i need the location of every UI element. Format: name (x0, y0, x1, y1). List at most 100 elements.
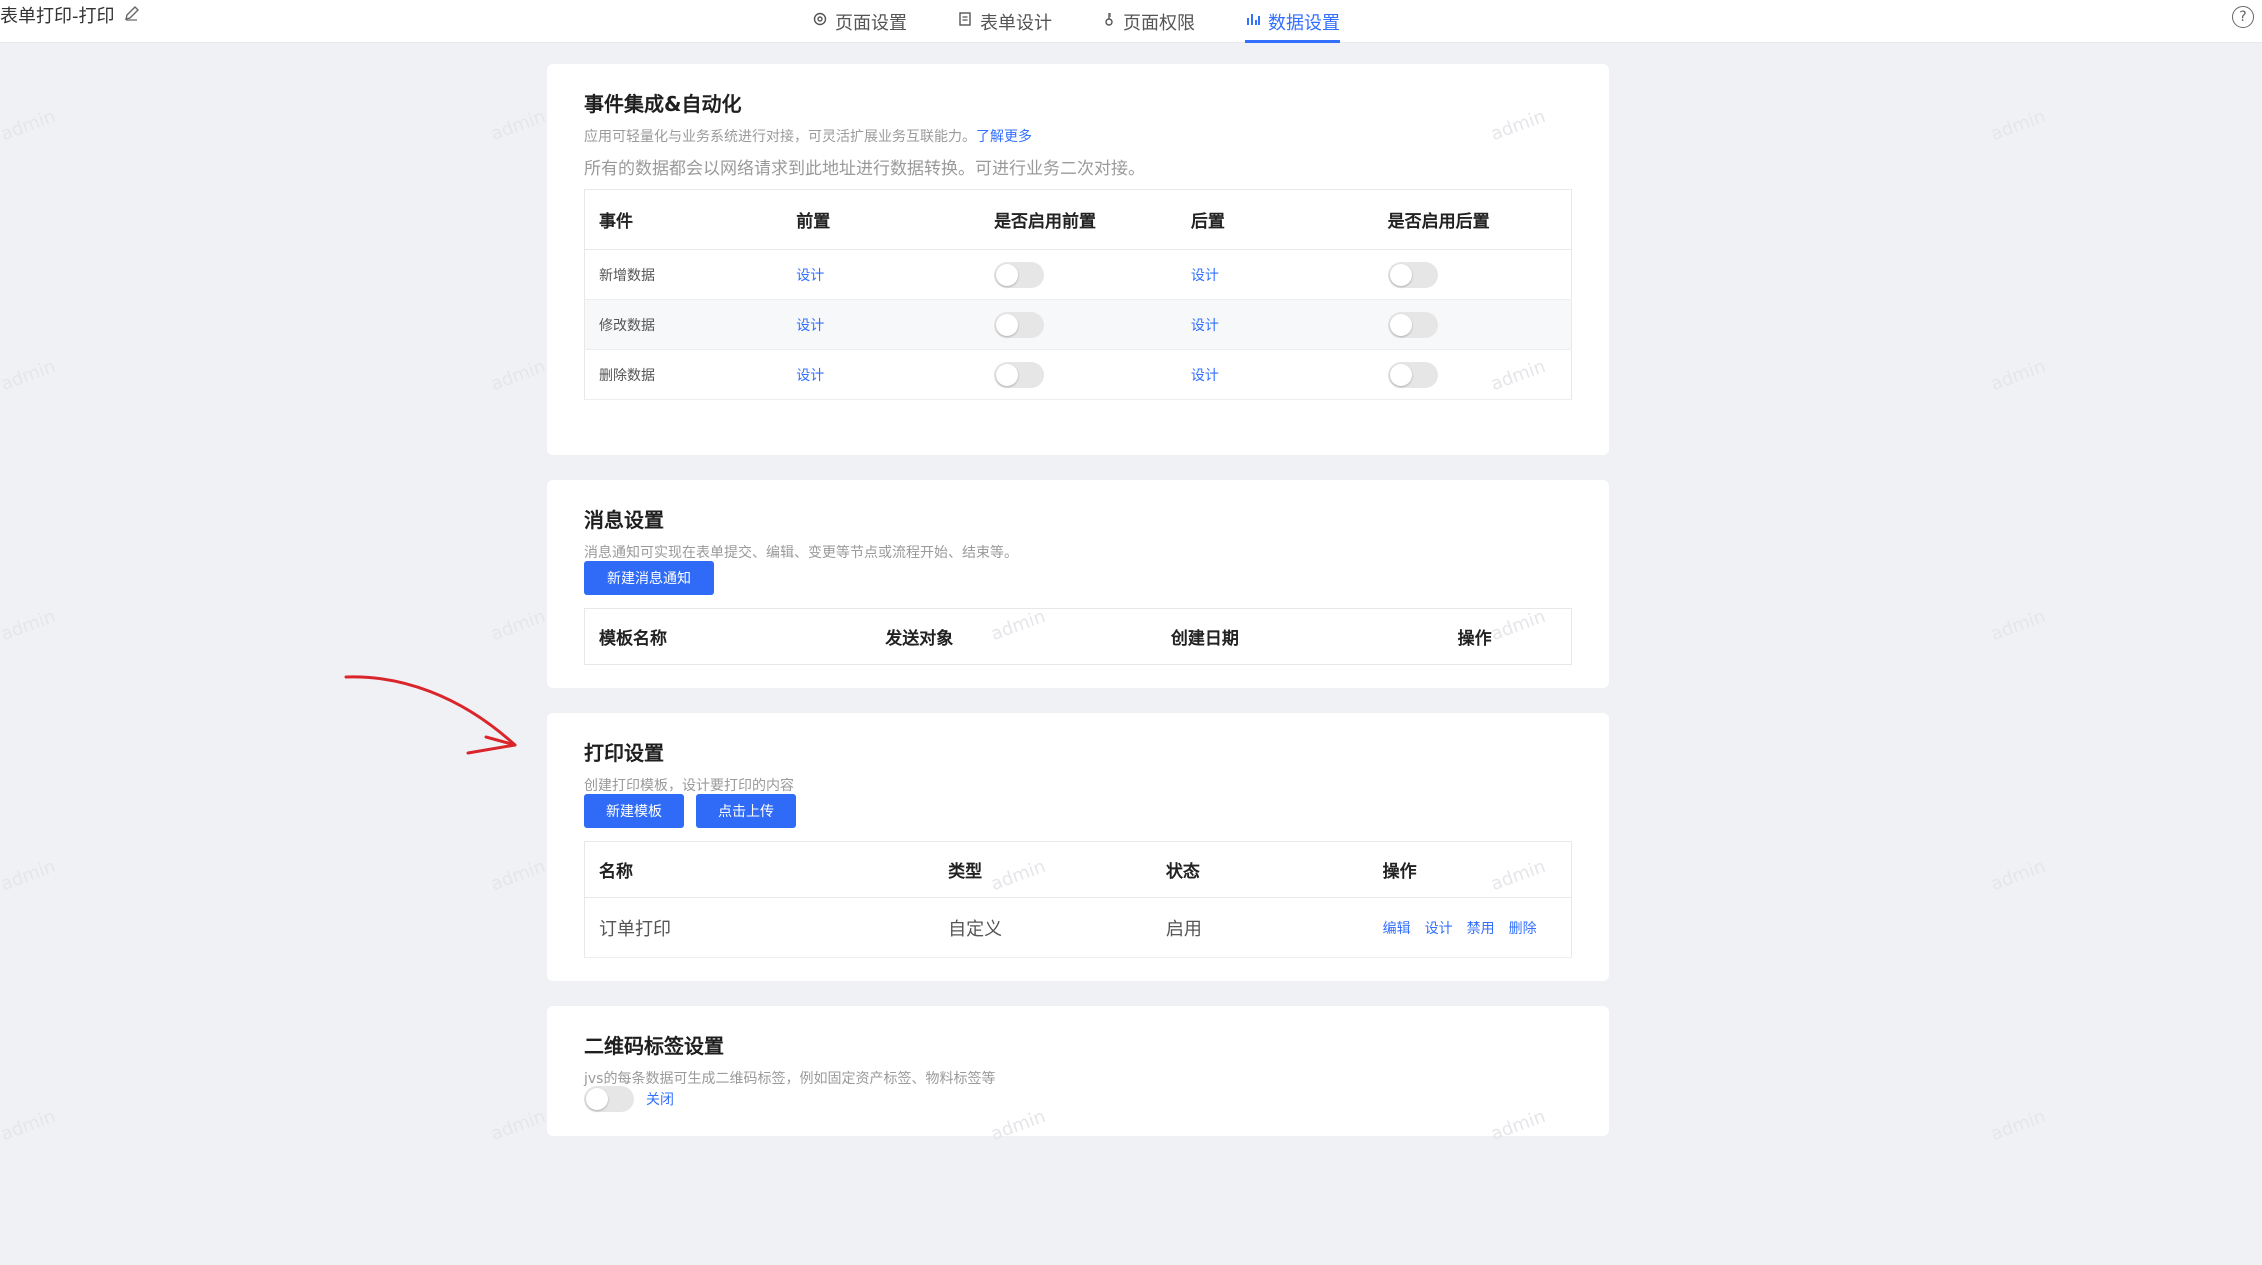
watermark: admin (1988, 105, 2049, 146)
post-design-link[interactable]: 设计 (1191, 268, 1219, 284)
qrcode-switch-row: 关闭 (584, 1086, 674, 1112)
watermark: admin (1988, 605, 2049, 646)
column-header: 是否启用后置 (1373, 189, 1572, 250)
messages-table: 模板名称 发送对象 创建日期 操作 (584, 608, 1572, 665)
post-enable-toggle[interactable] (1387, 311, 1438, 338)
event-name: 修改数据 (584, 299, 783, 350)
table-row: 订单打印 自定义 启用 编辑 设计 禁用 删除 (584, 897, 1572, 958)
help-icon[interactable]: ? (2232, 6, 2254, 28)
watermark: admin (488, 1105, 549, 1146)
column-header: 前置 (782, 189, 981, 250)
upload-button[interactable]: 点击上传 (696, 794, 796, 828)
edit-link[interactable]: 编辑 (1383, 921, 1411, 937)
bar-chart-icon (1245, 11, 1261, 32)
table-header-row: 名称 类型 状态 操作 (584, 841, 1572, 898)
watermark: admin (1988, 355, 2049, 396)
watermark: admin (488, 855, 549, 896)
messages-card: 消息设置 消息通知可实现在表单提交、编辑、变更等节点或流程开始、结束等。 新建消… (547, 480, 1609, 688)
tab-form-design[interactable]: 表单设计 (957, 0, 1052, 43)
learn-more-link[interactable]: 了解更多 (976, 129, 1032, 145)
top-bar: 表单打印-打印 页面设置 表单设计 页面权限 数据设置 ? (0, 0, 2262, 43)
pre-enable-toggle[interactable] (994, 261, 1045, 288)
gear-icon (812, 11, 828, 32)
events-card: 事件集成&自动化 应用可轻量化与业务系统进行对接，可灵活扩展业务互联能力。了解更… (547, 64, 1609, 455)
post-design-link[interactable]: 设计 (1191, 368, 1219, 384)
column-header: 状态 (1151, 841, 1369, 898)
watermark: admin (0, 355, 59, 396)
tab-data-settings[interactable]: 数据设置 (1245, 0, 1340, 43)
main-tabs: 页面设置 表单设计 页面权限 数据设置 (812, 0, 1340, 43)
watermark: admin (488, 355, 549, 396)
qrcode-card: 二维码标签设置 jvs的每条数据可生成二维码标签，例如固定资产标签、物料标签等 … (547, 1006, 1609, 1136)
post-enable-toggle[interactable] (1387, 361, 1438, 388)
watermark: admin (0, 605, 59, 646)
design-link[interactable]: 设计 (1425, 921, 1453, 937)
events-desc2: 所有的数据都会以网络请求到此地址进行数据转换。可进行业务二次对接。 (584, 159, 1145, 179)
print-title: 打印设置 (584, 741, 664, 765)
key-icon (1102, 11, 1116, 32)
column-header: 后置 (1176, 189, 1374, 250)
new-template-button[interactable]: 新建模板 (584, 794, 684, 828)
qrcode-toggle[interactable] (584, 1086, 634, 1112)
document-icon (957, 11, 973, 32)
tab-label: 数据设置 (1268, 12, 1340, 34)
print-table: 名称 类型 状态 操作 订单打印 自定义 启用 编辑 设计 禁用 删除 (584, 841, 1572, 958)
qrcode-desc: jvs的每条数据可生成二维码标签，例如固定资产标签、物料标签等 (584, 1071, 996, 1087)
column-header: 操作 (1368, 841, 1572, 898)
template-type: 自定义 (934, 897, 1152, 958)
print-card: 打印设置 创建打印模板，设计要打印的内容 新建模板 点击上传 名称 类型 状态 … (547, 713, 1609, 981)
tab-page-permissions[interactable]: 页面权限 (1102, 0, 1195, 43)
pre-enable-toggle[interactable] (994, 311, 1045, 338)
disable-link[interactable]: 禁用 (1467, 921, 1495, 937)
operations: 编辑 设计 禁用 删除 (1368, 897, 1572, 958)
watermark: admin (0, 1105, 59, 1146)
tab-page-settings[interactable]: 页面设置 (812, 0, 907, 43)
table-row: 新增数据 设计 设计 (584, 249, 1572, 300)
pre-design-link[interactable]: 设计 (796, 368, 824, 384)
template-name: 订单打印 (584, 897, 935, 958)
event-name: 新增数据 (584, 249, 783, 300)
watermark: admin (0, 105, 59, 146)
events-desc-text: 应用可轻量化与业务系统进行对接，可灵活扩展业务互联能力。 (584, 129, 976, 145)
new-message-button[interactable]: 新建消息通知 (584, 561, 714, 595)
column-header: 操作 (1443, 608, 1572, 665)
pre-enable-toggle[interactable] (994, 361, 1045, 388)
post-design-link[interactable]: 设计 (1191, 318, 1219, 334)
qrcode-title: 二维码标签设置 (584, 1034, 724, 1058)
watermark: admin (488, 105, 549, 146)
post-enable-toggle[interactable] (1387, 261, 1438, 288)
column-header: 事件 (584, 189, 783, 250)
qrcode-switch-label: 关闭 (646, 1092, 674, 1108)
edit-icon[interactable] (123, 4, 141, 27)
tab-label: 页面设置 (835, 12, 907, 34)
pre-design-link[interactable]: 设计 (796, 268, 824, 284)
table-header-row: 模板名称 发送对象 创建日期 操作 (584, 608, 1572, 665)
events-table: 事件 前置 是否启用前置 后置 是否启用后置 新增数据 设计 设计 修改数据 设… (584, 189, 1572, 400)
print-desc: 创建打印模板，设计要打印的内容 (584, 778, 794, 794)
column-header: 类型 (934, 841, 1152, 898)
column-header: 创建日期 (1156, 608, 1444, 665)
events-desc: 应用可轻量化与业务系统进行对接，可灵活扩展业务互联能力。了解更多 (584, 126, 1032, 146)
table-header-row: 事件 前置 是否启用前置 后置 是否启用后置 (584, 189, 1572, 250)
pre-design-link[interactable]: 设计 (796, 318, 824, 334)
events-title: 事件集成&自动化 (584, 92, 742, 116)
form-title: 表单打印-打印 (0, 2, 141, 28)
event-name: 删除数据 (584, 349, 783, 400)
tab-label: 页面权限 (1123, 12, 1195, 34)
annotation-arrow-icon (344, 675, 517, 755)
watermark: admin (1988, 855, 2049, 896)
delete-link[interactable]: 删除 (1509, 921, 1537, 937)
column-header: 发送对象 (871, 608, 1157, 665)
watermark: admin (488, 605, 549, 646)
tab-label: 表单设计 (980, 12, 1052, 34)
template-status: 启用 (1151, 897, 1369, 958)
column-header: 模板名称 (584, 608, 872, 665)
column-header: 是否启用前置 (980, 189, 1177, 250)
column-header: 名称 (584, 841, 935, 898)
form-title-text: 表单打印-打印 (0, 6, 115, 27)
watermark: admin (1988, 1105, 2049, 1146)
table-row: 删除数据 设计 设计 (584, 349, 1572, 400)
watermark: admin (0, 855, 59, 896)
messages-title: 消息设置 (584, 508, 664, 532)
table-row: 修改数据 设计 设计 (584, 299, 1572, 350)
